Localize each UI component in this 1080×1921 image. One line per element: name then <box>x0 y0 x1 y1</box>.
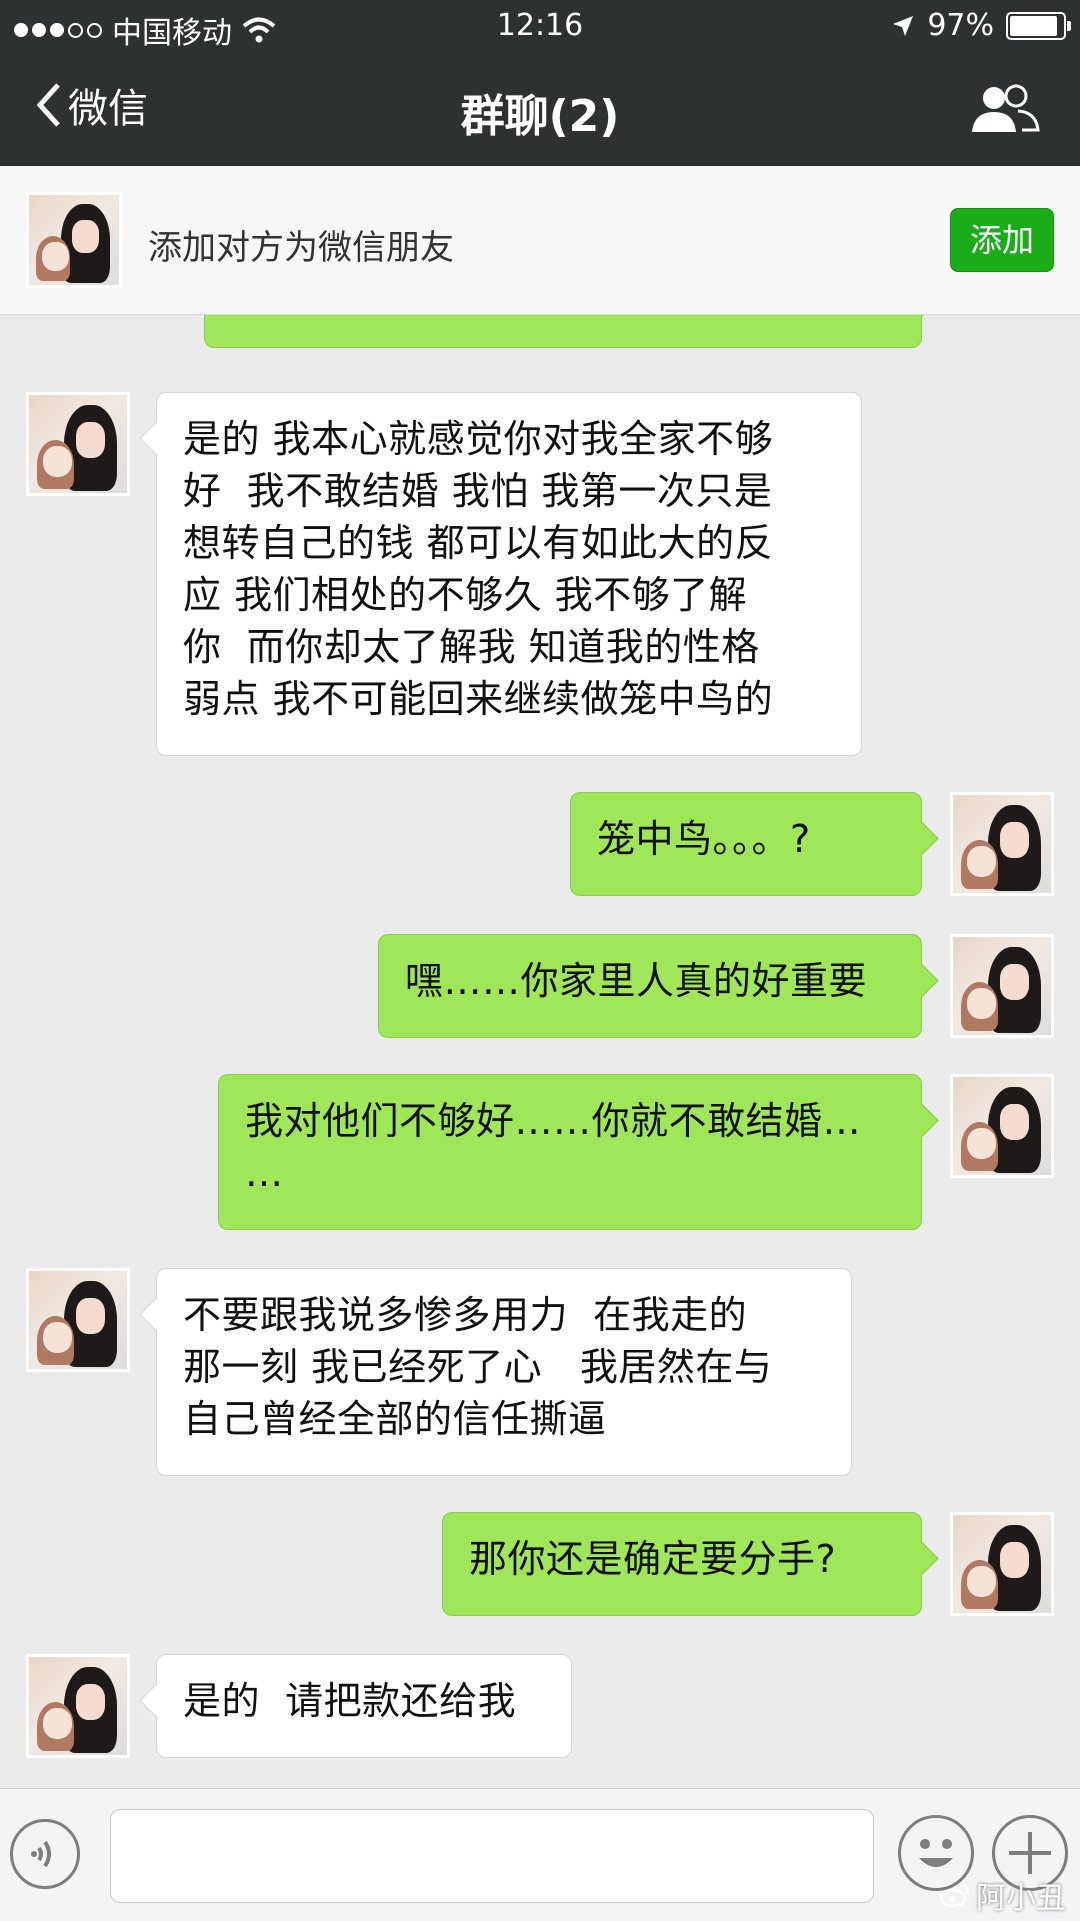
avatar[interactable] <box>26 1654 130 1758</box>
location-arrow-icon <box>893 15 914 36</box>
people-icon[interactable] <box>970 82 1040 138</box>
message-bubble[interactable]: 那你还是确定要分手? <box>442 1512 922 1616</box>
message-bubble[interactable]: 不要跟我说多惨多用力 在我走的 那一刻 我已经死了心 我居然在与 自己曾经全部的… <box>156 1268 852 1476</box>
message-bubble[interactable]: 是的 我本心就感觉你对我全家不够 好 我不敢结婚 我怕 我第一次只是 想转自己的… <box>156 392 862 756</box>
add-friend-banner: 添加对方为微信朋友 添加 <box>0 166 1080 315</box>
message-bubble[interactable]: 嘿……你家里人真的好重要 <box>378 934 922 1038</box>
message-bubble-partial[interactable] <box>204 314 922 348</box>
weibo-icon <box>940 1883 970 1908</box>
message-bubble[interactable]: 笼中鸟。。。? <box>570 792 922 896</box>
watermark-text: 阿小丑 <box>976 1881 1066 1916</box>
avatar[interactable] <box>26 392 130 496</box>
avatar[interactable] <box>950 934 1054 1038</box>
add-friend-button[interactable]: 添加 <box>950 208 1054 272</box>
add-friend-text: 添加对方为微信朋友 <box>148 228 454 268</box>
battery-percent: 97% <box>927 8 994 43</box>
status-right: 97% <box>891 8 1071 43</box>
avatar[interactable] <box>950 1512 1054 1616</box>
nav-bar: 微信 群聊(2) <box>0 52 1080 166</box>
avatar[interactable] <box>950 1074 1054 1178</box>
message-text: 笼中鸟。。。? <box>597 817 811 861</box>
battery-fill <box>1010 15 1057 36</box>
voice-icon[interactable] <box>10 1819 80 1889</box>
message-text: 是的 我本心就感觉你对我全家不够 好 我不敢结婚 我怕 我第一次只是 想转自己的… <box>183 417 774 721</box>
message-text: 嘿……你家里人真的好重要 <box>405 959 868 1003</box>
input-bar: 阿小丑 <box>0 1788 1080 1921</box>
avatar <box>26 192 122 288</box>
message-text: 不要跟我说多惨多用力 在我走的 那一刻 我已经死了心 我居然在与 自己曾经全部的… <box>183 1293 773 1441</box>
watermark: 阿小丑 <box>940 1873 1066 1917</box>
message-text: 我对他们不够好……你就不敢结婚… … <box>245 1099 862 1195</box>
message-text: 那你还是确定要分手? <box>469 1537 837 1581</box>
avatar[interactable] <box>26 1268 130 1372</box>
avatar[interactable] <box>950 792 1054 896</box>
chat-title: 群聊(2) <box>460 91 620 142</box>
message-bubble[interactable]: 我对他们不够好……你就不敢结婚… … <box>218 1074 922 1230</box>
status-bar: 中国移动 12:16 97% <box>0 0 1080 52</box>
message-text: 是的 请把款还给我 <box>183 1679 517 1723</box>
top-bar: 中国移动 12:16 97% 微信 群聊(2) <box>0 0 1080 166</box>
message-bubble[interactable]: 是的 请把款还给我 <box>156 1654 572 1758</box>
message-list[interactable]: 是的 我本心就感觉你对我全家不够 好 我不敢结婚 我怕 我第一次只是 想转自己的… <box>0 314 1080 1788</box>
message-input[interactable] <box>110 1809 874 1903</box>
battery-icon <box>1006 11 1071 40</box>
